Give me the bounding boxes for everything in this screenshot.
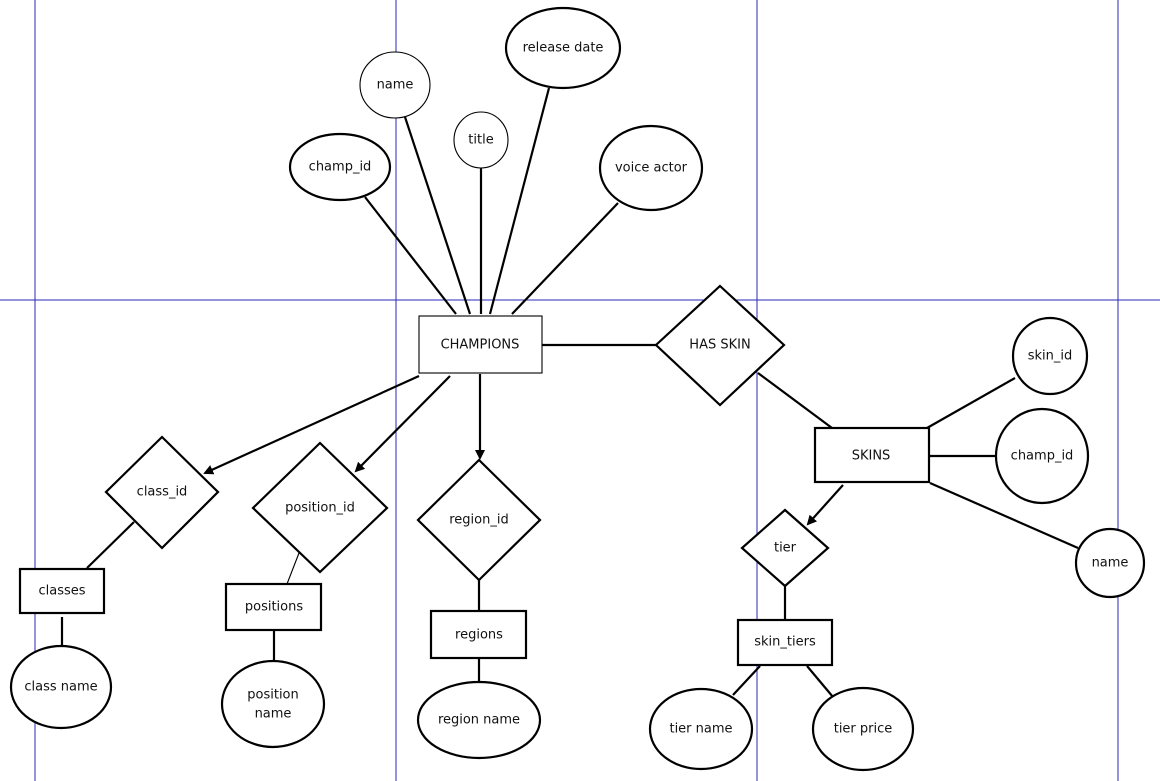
attribute-tier-price[interactable]: tier price [811,686,915,772]
attribute-skin-champ-id[interactable]: champ_id [994,407,1090,505]
svg-text:tier price: tier price [834,722,893,737]
attribute-voice-actor[interactable]: voice actor [598,124,704,212]
connectors [60,87,1079,698]
svg-text:positions: positions [245,600,303,615]
svg-text:name: name [255,707,292,722]
svg-text:HAS SKIN: HAS SKIN [689,338,750,353]
attribute-skin-id[interactable]: skin_id [1011,316,1089,396]
svg-text:skin_id: skin_id [1028,349,1073,364]
attribute-region-name[interactable]: region name [416,680,542,760]
relationship-position-id[interactable]: position_id [251,441,389,574]
page-grid-lines [0,0,1160,781]
svg-text:CHAMPIONS: CHAMPIONS [441,338,520,353]
svg-text:tier: tier [774,541,797,556]
svg-text:title: title [468,133,493,148]
svg-text:name: name [1092,556,1129,571]
attribute-tier-name[interactable]: tier name [648,687,754,771]
relationship-class-id[interactable]: class_id [104,435,220,550]
svg-text:region_id: region_id [449,513,508,528]
attribute-class-name[interactable]: class name [9,644,113,730]
svg-text:release date: release date [523,41,604,56]
svg-text:position_id: position_id [285,501,355,516]
svg-text:class name: class name [24,680,97,695]
svg-text:tier name: tier name [669,722,732,737]
svg-text:skin_tiers: skin_tiers [754,635,816,650]
svg-text:champ_id: champ_id [1011,449,1074,464]
entity-regions[interactable]: regions [429,609,528,660]
attribute-title[interactable]: title [453,111,509,169]
entity-positions[interactable]: positions [224,582,323,632]
attribute-release-date[interactable]: release date [504,6,622,90]
relationship-region-id[interactable]: region_id [416,458,542,582]
attribute-position-name[interactable]: position name [220,659,326,749]
svg-text:region name: region name [438,713,520,728]
entity-champions[interactable]: CHAMPIONS [418,315,543,374]
svg-text:voice actor: voice actor [615,161,688,176]
svg-text:position: position [247,688,299,703]
attribute-name[interactable]: name [359,51,431,119]
entity-skins[interactable]: SKINS [813,426,931,484]
relationship-tier[interactable]: tier [740,508,830,588]
svg-text:regions: regions [455,628,503,643]
svg-text:SKINS: SKINS [852,449,891,464]
svg-text:class_id: class_id [137,485,188,500]
relationship-has-skin[interactable]: HAS SKIN [654,284,786,407]
er-diagram: name title champ_id release date voice a… [0,0,1160,781]
svg-text:classes: classes [38,584,85,599]
entity-skin-tiers[interactable]: skin_tiers [736,618,834,667]
svg-text:name: name [377,78,414,93]
entity-classes[interactable]: classes [18,567,106,615]
svg-text:champ_id: champ_id [309,160,372,175]
attribute-skin-name[interactable]: name [1074,527,1146,599]
attribute-champ-id[interactable]: champ_id [288,132,392,202]
